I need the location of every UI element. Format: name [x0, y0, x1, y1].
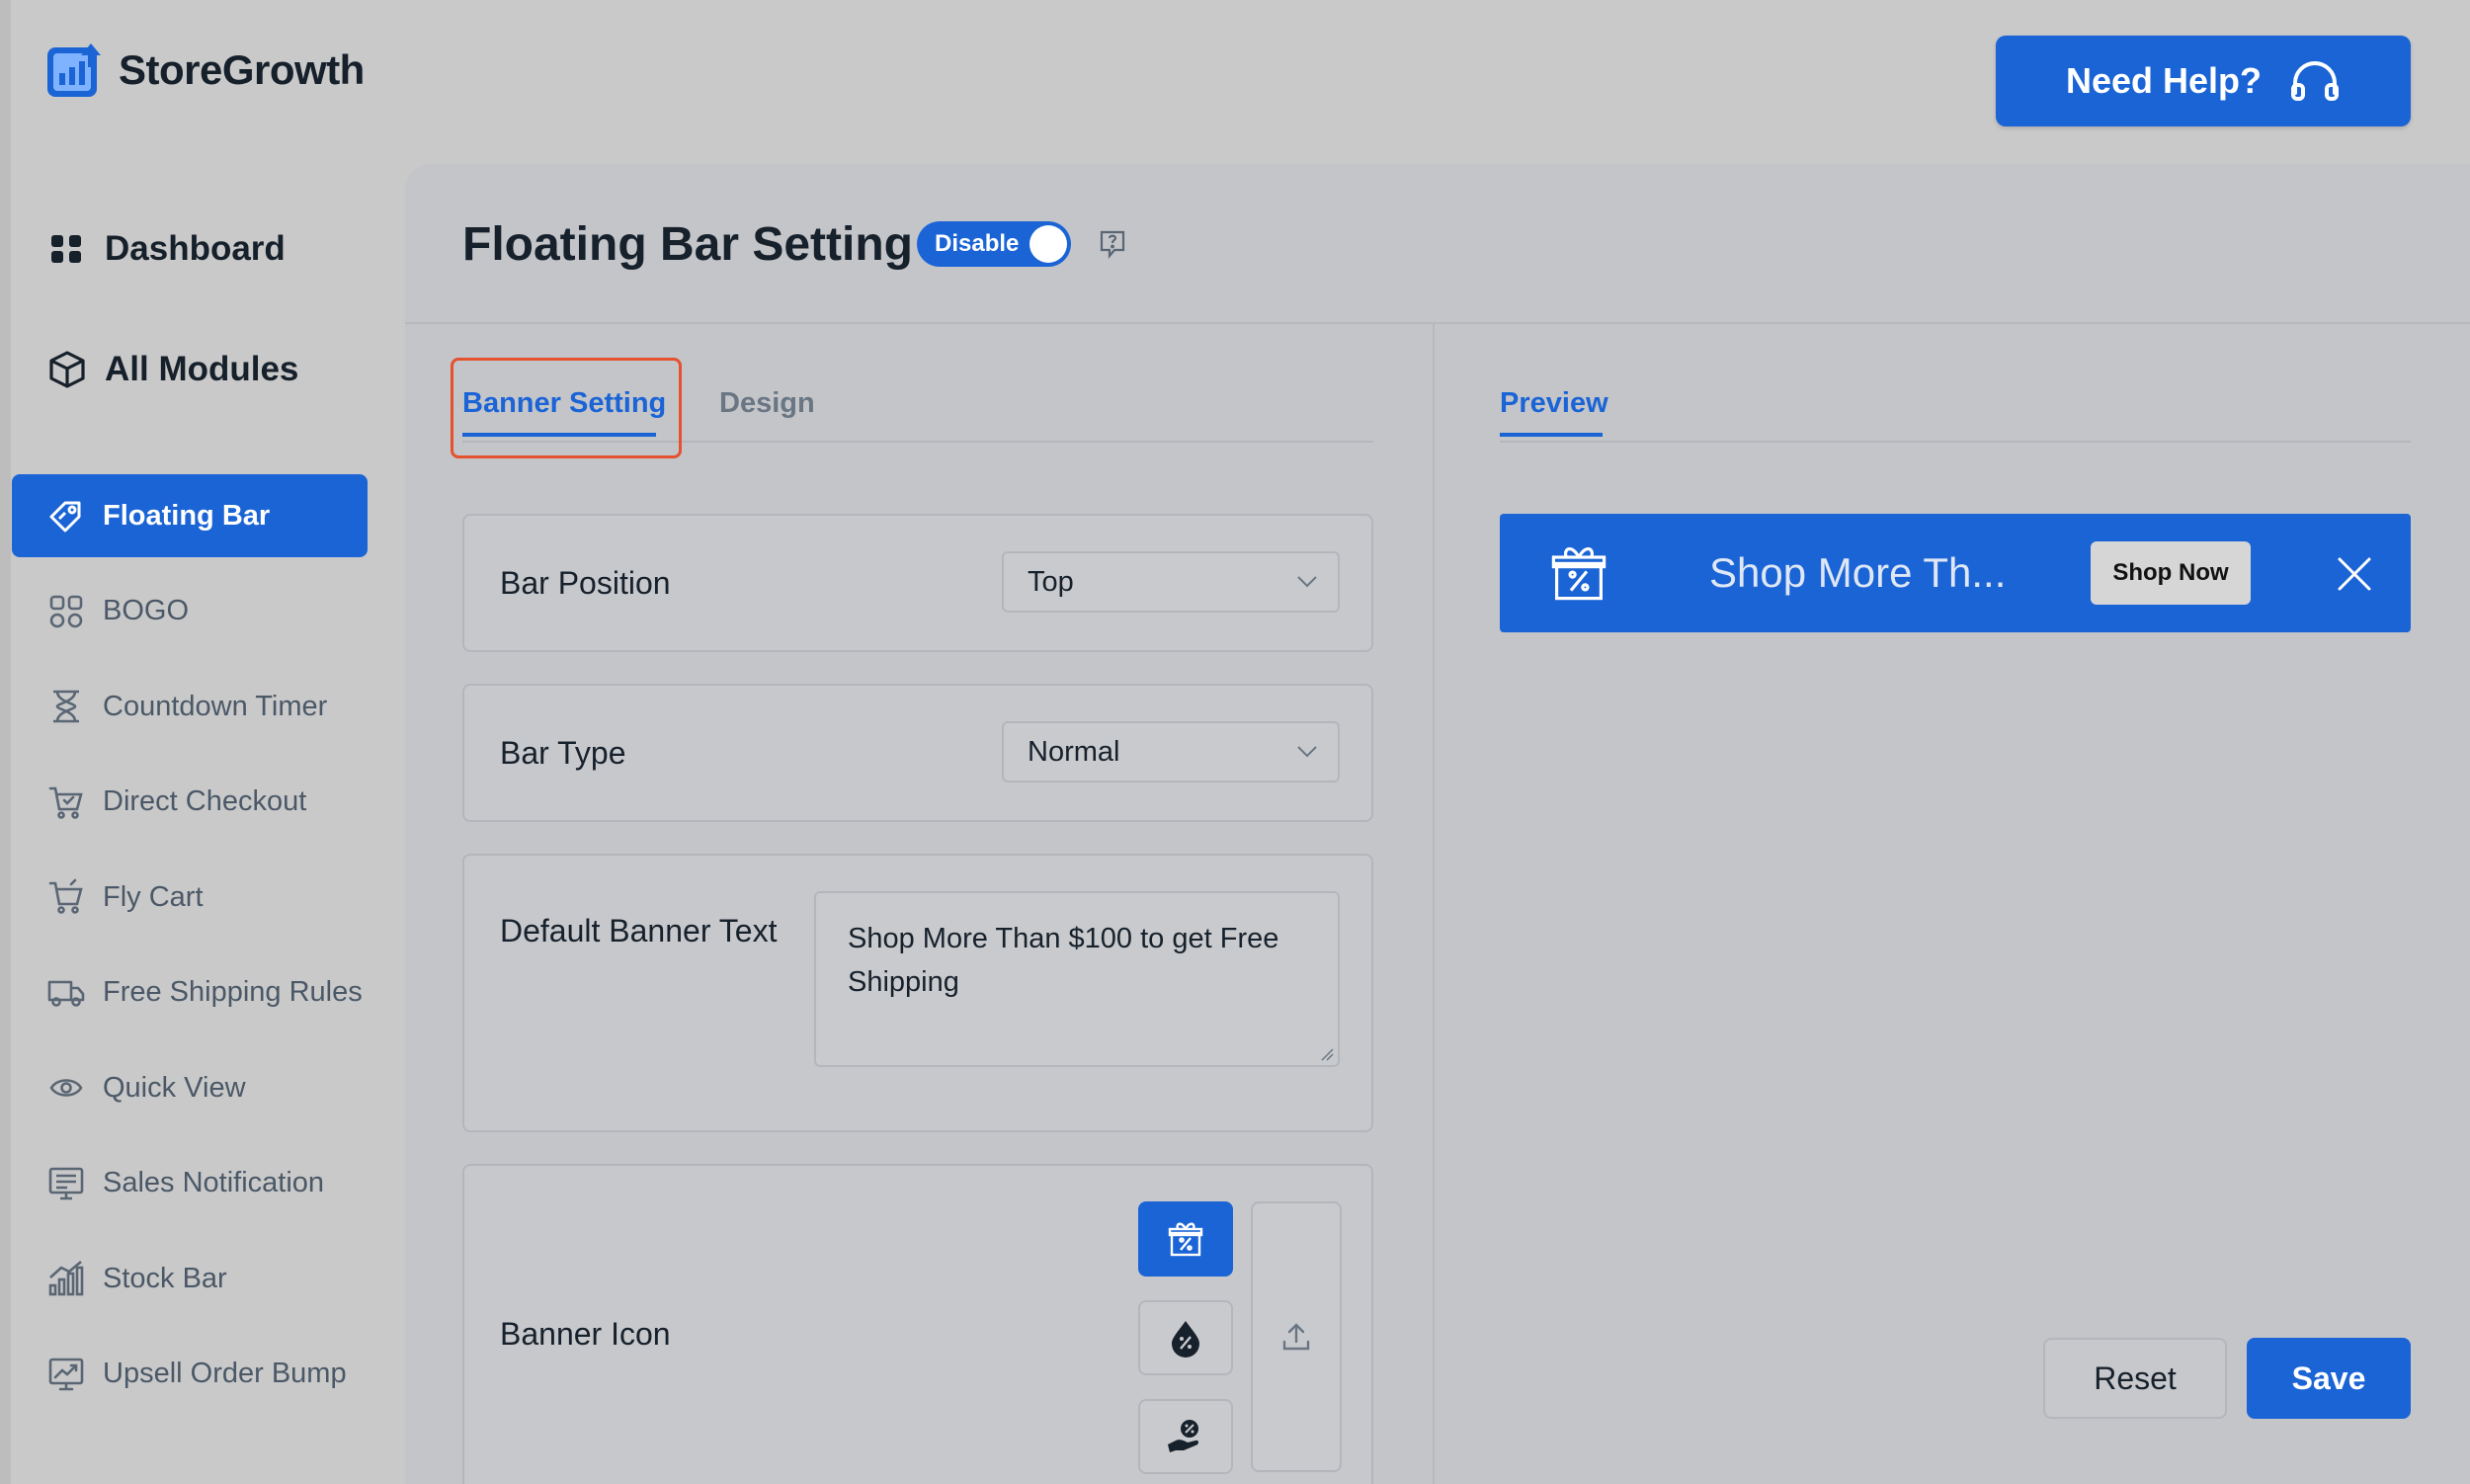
- sidebar-item-label: Stock Bar: [103, 1262, 227, 1294]
- sidebar-item-floating-bar[interactable]: Floating Bar: [12, 474, 368, 557]
- cube-icon: [49, 351, 85, 388]
- nav-dashboard[interactable]: Dashboard: [47, 229, 286, 269]
- bar-chart-arrow-icon: [47, 43, 101, 97]
- bar-position-select[interactable]: Top: [1002, 551, 1340, 613]
- chevron-down-icon: [1297, 576, 1317, 588]
- bar-type-select[interactable]: Normal: [1002, 721, 1340, 783]
- sidebar-item-countdown-timer[interactable]: Countdown Timer: [12, 665, 368, 748]
- bar-position-card: Bar Position Top: [462, 514, 1373, 652]
- banner-text-textarea[interactable]: Shop More Than $100 to get Free Shipping: [814, 891, 1340, 1067]
- nav-all-modules[interactable]: All Modules: [47, 350, 298, 389]
- sidebar-item-label: Floating Bar: [103, 499, 271, 532]
- sidebar-item-label: Upsell Order Bump: [103, 1358, 347, 1389]
- sidebar-item-label: Countdown Timer: [103, 690, 328, 722]
- banner-text-card: Default Banner Text Shop More Than $100 …: [462, 854, 1373, 1132]
- page-header: Floating Bar Setting Disable: [405, 164, 2470, 324]
- sidebar-item-sales-notification[interactable]: Sales Notification: [12, 1142, 368, 1225]
- notification-board-icon: [48, 1167, 84, 1199]
- tab-banner-setting[interactable]: Banner Setting: [462, 387, 666, 420]
- gift-percent-icon: [1168, 1222, 1203, 1257]
- module-enable-toggle[interactable]: Disable: [917, 221, 1071, 267]
- hourglass-icon: [53, 690, 79, 723]
- page-title: Floating Bar Setting: [462, 218, 913, 271]
- nav-all-modules-label: All Modules: [105, 350, 299, 388]
- sidebar-item-stock-bar[interactable]: Stock Bar: [12, 1237, 368, 1320]
- settings-tabs: Banner Setting Design: [462, 360, 1373, 443]
- dashboard-grid-icon: [51, 235, 81, 263]
- eye-icon: [49, 1079, 83, 1097]
- sidebar-item-free-shipping-rules[interactable]: Free Shipping Rules: [12, 951, 368, 1034]
- help-tooltip-icon[interactable]: [1099, 229, 1126, 259]
- need-help-button[interactable]: Need Help?: [1996, 36, 2411, 126]
- save-button[interactable]: Save: [2247, 1338, 2411, 1419]
- hand-coin-icon: [1168, 1420, 1198, 1452]
- panel-divider: [1433, 324, 1435, 1484]
- bar-type-value: Normal: [1028, 735, 1120, 768]
- banner-icon-label: Banner Icon: [500, 1316, 671, 1352]
- stock-chart-icon: [48, 1261, 84, 1296]
- brand[interactable]: StoreGrowth: [45, 41, 365, 99]
- truck-icon: [47, 980, 85, 1007]
- cart-icon: [48, 878, 83, 914]
- close-icon[interactable]: [2336, 555, 2373, 593]
- bar-type-label: Bar Type: [500, 735, 626, 771]
- tab-design[interactable]: Design: [719, 387, 815, 420]
- toggle-label: Disable: [935, 230, 1020, 257]
- gift-percent-icon: [1551, 547, 1606, 601]
- upload-icon-box[interactable]: [1251, 1201, 1342, 1472]
- reset-button[interactable]: Reset: [2043, 1338, 2227, 1419]
- icon-option-gift[interactable]: [1138, 1201, 1233, 1277]
- banner-text-label: Default Banner Text: [500, 913, 778, 948]
- preview-shop-now-button[interactable]: Shop Now: [2091, 541, 2251, 605]
- sidebar-item-quick-view[interactable]: Quick View: [12, 1046, 368, 1129]
- sidebar-item-label: Direct Checkout: [103, 785, 307, 817]
- icon-option-hand-coin[interactable]: [1138, 1399, 1233, 1474]
- tab-preview[interactable]: Preview: [1500, 387, 1608, 420]
- bar-type-card: Bar Type Normal: [462, 684, 1373, 822]
- upload-icon: [1282, 1323, 1310, 1351]
- sidebar-item-label: Free Shipping Rules: [103, 976, 363, 1008]
- sidebar-item-bogo[interactable]: BOGO: [12, 570, 368, 653]
- headphones-icon: [2291, 61, 2340, 101]
- banner-icon-card: Banner Icon: [462, 1164, 1373, 1484]
- active-tab-indicator: [462, 433, 656, 437]
- trend-up-icon: [48, 1358, 84, 1390]
- module-list: Floating Bar BOGO Countdown Timer Direct…: [12, 474, 368, 1428]
- preview-banner-text: Shop More Th...: [1709, 549, 2007, 596]
- floating-bar-preview: Shop More Th... Shop Now: [1500, 514, 2411, 632]
- sidebar-item-label: Sales Notification: [103, 1167, 325, 1198]
- sidebar-item-label: Quick View: [103, 1071, 246, 1104]
- preview-tab-indicator: [1500, 433, 1603, 437]
- resize-handle-icon[interactable]: [1320, 1047, 1334, 1061]
- bogo-icon: [49, 595, 83, 627]
- nav-dashboard-label: Dashboard: [105, 229, 286, 268]
- sidebar-item-direct-checkout[interactable]: Direct Checkout: [12, 761, 368, 844]
- toggle-knob: [1029, 225, 1067, 263]
- brand-name: StoreGrowth: [119, 46, 365, 93]
- tag-icon: [49, 501, 81, 533]
- icon-option-percent-drop[interactable]: [1138, 1300, 1233, 1375]
- cart-check-icon: [48, 786, 83, 819]
- chevron-down-icon: [1297, 746, 1317, 758]
- bar-position-value: Top: [1028, 565, 1074, 598]
- need-help-label: Need Help?: [2065, 60, 2263, 101]
- sidebar-item-fly-cart[interactable]: Fly Cart: [12, 856, 368, 939]
- preview-tabs: Preview: [1500, 360, 2411, 443]
- sidebar-item-upsell-order-bump[interactable]: Upsell Order Bump: [12, 1333, 368, 1416]
- sidebar-item-label: BOGO: [103, 595, 190, 626]
- banner-text-value: Shop More Than $100 to get Free Shipping: [848, 923, 1279, 998]
- percent-drop-icon: [1172, 1321, 1199, 1358]
- sidebar-item-label: Fly Cart: [103, 880, 204, 913]
- bar-position-label: Bar Position: [500, 565, 671, 601]
- window-edge: [0, 0, 11, 1484]
- main-panel: Floating Bar Setting Disable Banner Sett…: [405, 164, 2470, 1484]
